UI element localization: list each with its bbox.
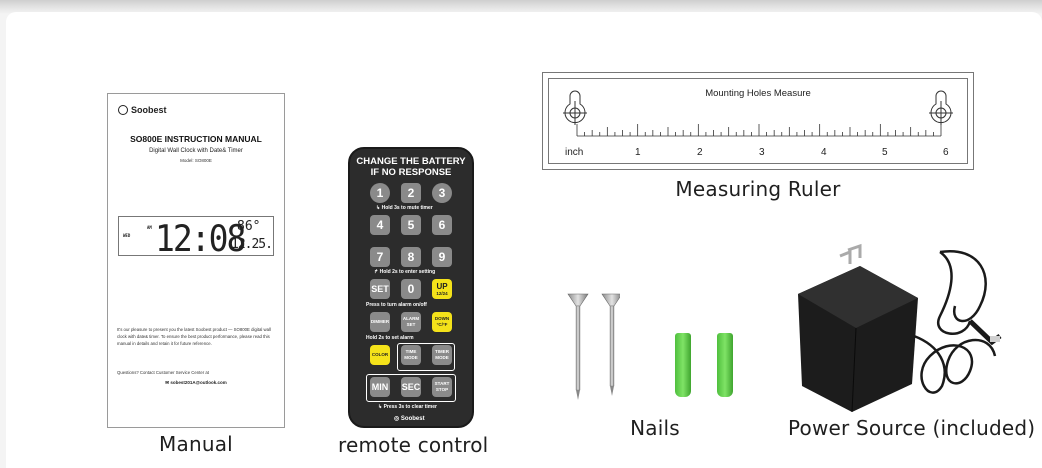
note-mute: ↳ Hold 3s to mute timer — [376, 205, 433, 211]
down-button[interactable]: DOWN °C/°F — [432, 312, 452, 332]
instruction-manual: Soobest SO800E INSTRUCTION MANUAL Digita… — [107, 93, 285, 428]
caption-remote: remote control — [338, 433, 489, 457]
dimmer-button[interactable]: DIMMER — [370, 312, 390, 332]
ruler-number-4: 4 — [821, 147, 827, 158]
note-clear: ↳ Press 3s to clear timer — [378, 404, 437, 410]
measuring-ruler: Mounting Holes Measure inch 1 2 3 4 5 6 — [542, 72, 974, 170]
power-adapter-icon — [798, 243, 1002, 413]
left-mounting-hole-icon — [563, 90, 587, 125]
note-set-alarm: Hold 2s to set alarm — [366, 335, 414, 341]
clock-display: WED AM 12:08 86° 12.25. — [118, 216, 274, 260]
ruler-unit: inch — [565, 147, 584, 158]
caption-ruler: Measuring Ruler — [675, 177, 841, 201]
ruler-ticks — [576, 124, 942, 137]
ruler-number-5: 5 — [882, 147, 888, 158]
button-3[interactable]: 3 — [432, 183, 452, 203]
manual-title: SO800E INSTRUCTION MANUAL — [130, 134, 262, 144]
manual-subtitle: Digital Wall Clock with Date& Timer — [149, 148, 243, 154]
lcd-temp: 86° — [237, 219, 261, 234]
lcd-day: WED — [123, 233, 131, 238]
button-9[interactable]: 9 — [432, 247, 452, 267]
manual-paragraph: It's our pleasure to present you the lat… — [117, 327, 271, 346]
remote-control: CHANGE THE BATTERY IF NO RESPONSE 1 2 3 … — [348, 147, 474, 428]
alarm-set-button[interactable]: ALARM SET — [401, 312, 421, 332]
sec-button[interactable]: SEC — [401, 377, 421, 397]
time-mode-button[interactable]: TIME MODE — [401, 345, 421, 365]
remote-heading: CHANGE THE BATTERY IF NO RESPONSE — [356, 156, 466, 178]
lcd-date: 12.25. — [231, 237, 273, 252]
caption-nails: Nails — [630, 416, 680, 440]
button-0[interactable]: 0 — [401, 279, 421, 299]
button-2[interactable]: 2 — [401, 183, 421, 203]
right-mounting-hole-icon — [929, 90, 953, 125]
ruler-number-3: 3 — [759, 147, 765, 158]
color-button[interactable]: COLOR — [370, 345, 390, 365]
min-button[interactable]: MIN — [370, 377, 390, 397]
manual-model: Model: SO800E — [180, 158, 212, 163]
button-4[interactable]: 4 — [370, 215, 390, 235]
wall-anchor-right — [717, 333, 733, 397]
button-6[interactable]: 6 — [432, 215, 452, 235]
timer-mode-button[interactable]: TIMER MODE — [432, 345, 452, 365]
wall-anchor-left — [675, 333, 691, 397]
button-7[interactable]: 7 — [370, 247, 390, 267]
start-stop-button[interactable]: START STOP — [432, 377, 452, 397]
ruler-number-6: 6 — [943, 147, 949, 158]
up-button[interactable]: UP 12/24 — [432, 279, 452, 299]
manual-brand: Soobest — [118, 105, 167, 115]
button-1[interactable]: 1 — [370, 183, 390, 203]
remote-brand: ◎ Soobest — [394, 416, 425, 422]
brand-logo-icon — [118, 105, 128, 115]
set-button[interactable]: SET — [370, 279, 390, 299]
note-alarm-toggle: Press to turn alarm on/off — [366, 302, 427, 308]
button-5[interactable]: 5 — [401, 215, 421, 235]
ruler-number-1: 1 — [635, 147, 641, 158]
brand-logo-icon: ◎ — [394, 416, 400, 422]
note-setting: ↱ Hold 2s to enter setting — [374, 269, 436, 275]
caption-manual: Manual — [159, 432, 233, 456]
ruler-number-2: 2 — [697, 147, 703, 158]
manual-contact: Questions? Contact Customer Service Cent… — [117, 370, 209, 375]
lcd-am: AM — [147, 225, 152, 230]
screws-icon — [567, 293, 620, 400]
manual-email: ✉ sobest201A@outlook.com — [165, 380, 227, 385]
button-8[interactable]: 8 — [401, 247, 421, 267]
caption-power: Power Source (included) — [788, 416, 1036, 440]
